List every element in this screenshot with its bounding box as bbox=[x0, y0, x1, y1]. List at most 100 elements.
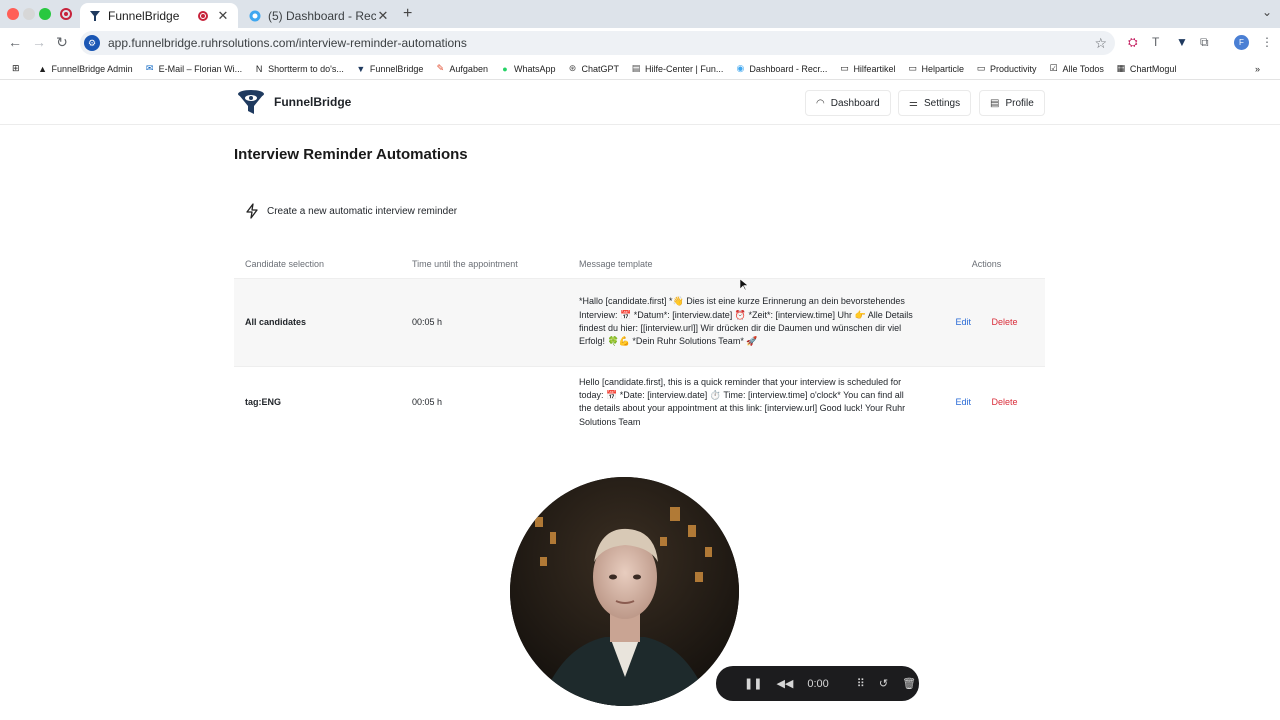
browser-menu-icon[interactable]: ⋮ bbox=[1261, 35, 1273, 49]
actions-cell: Edit Delete bbox=[928, 366, 1045, 438]
tab-close-icon[interactable]: ✕ bbox=[376, 8, 390, 24]
new-tab-button[interactable]: + bbox=[403, 5, 412, 23]
bookmark-star-icon[interactable]: ☆ bbox=[1094, 35, 1107, 52]
nav-profile-button[interactable]: ▤ Profile bbox=[979, 90, 1045, 116]
bookmark-email[interactable]: ✉ E-Mail – Florian Wi... bbox=[145, 63, 242, 74]
reload-icon[interactable]: ↻ bbox=[53, 34, 71, 51]
nav-settings-button[interactable]: ⚌ Settings bbox=[898, 90, 972, 116]
nav-settings-label: Settings bbox=[923, 97, 961, 109]
nav-dashboard-button[interactable]: ◠ Dashboard bbox=[805, 90, 891, 116]
drag-grid-icon[interactable]: ⠿ bbox=[857, 677, 865, 690]
table-header-row: Candidate selection Time until the appoi… bbox=[234, 250, 1045, 278]
bookmark-label: Aufgaben bbox=[449, 63, 488, 74]
column-header-actions: Actions bbox=[971, 258, 1002, 269]
funnelbridge-extension-icon[interactable]: ▼ bbox=[1176, 35, 1188, 49]
bookmark-label: FunnelBridge Admin bbox=[51, 63, 133, 74]
forward-arrow-icon[interactable]: → bbox=[30, 34, 48, 50]
bookmark-hilfe-center[interactable]: ▤ Hilfe-Center | Fun... bbox=[631, 63, 724, 74]
bookmark-label: Alle Todos bbox=[1062, 63, 1104, 74]
folder-icon: ▭ bbox=[976, 63, 986, 73]
tab-funnelbridge[interactable]: FunnelBridge ✕ bbox=[80, 3, 238, 28]
bookmark-funnelbridge-admin[interactable]: ▲ FunnelBridge Admin bbox=[38, 64, 133, 74]
bookmark-label: Dashboard - Recr... bbox=[749, 63, 828, 74]
screen-recorder-controls: ❚❚ ◀◀ 0:00 ⠿ ↺ 🗑 bbox=[716, 666, 919, 701]
more-bookmarks-chevron-icon[interactable]: » bbox=[1255, 64, 1260, 74]
bookmark-aufgaben[interactable]: ✎ Aufgaben bbox=[435, 63, 488, 74]
extensions-puzzle-icon[interactable]: ⧉ bbox=[1200, 35, 1209, 50]
back-arrow-icon[interactable]: ← bbox=[6, 34, 24, 50]
nav-dashboard-label: Dashboard bbox=[830, 97, 880, 109]
delete-link[interactable]: Delete bbox=[992, 397, 1018, 407]
bookmark-label: WhatsApp bbox=[513, 63, 556, 74]
extension-text-icon[interactable]: T bbox=[1152, 35, 1159, 49]
site-info-icon[interactable]: ⚙ bbox=[84, 35, 100, 51]
tab-title: FunnelBridge bbox=[108, 8, 180, 23]
bookmark-productivity[interactable]: ▭ Productivity bbox=[976, 63, 1037, 74]
mouse-cursor-icon bbox=[740, 279, 748, 291]
bookmark-alle-todos[interactable]: ☑ Alle Todos bbox=[1049, 63, 1104, 74]
tab-recruitee[interactable]: (5) Dashboard - Recruitee ✕ bbox=[240, 3, 398, 28]
funnelbridge-logo-icon bbox=[238, 90, 264, 114]
edit-link[interactable]: Edit bbox=[955, 317, 971, 327]
edit-link[interactable]: Edit bbox=[955, 397, 971, 407]
bookmark-whatsapp[interactable]: ● WhatsApp bbox=[500, 63, 556, 74]
outlook-icon: ✉ bbox=[145, 63, 154, 73]
bookmark-helparticle[interactable]: ▭ Helparticle bbox=[907, 63, 964, 74]
recording-indicator-icon bbox=[60, 8, 72, 20]
bookmark-funnelbridge[interactable]: ▼ FunnelBridge bbox=[356, 63, 424, 74]
checkbox-icon: ☑ bbox=[1049, 63, 1058, 73]
url-text[interactable]: app.funnelbridge.ruhrsolutions.com/inter… bbox=[108, 36, 1094, 50]
app-header: FunnelBridge ◠ Dashboard ⚌ Settings ▤ Pr… bbox=[0, 81, 1280, 125]
brand-logo-link[interactable]: FunnelBridge bbox=[236, 87, 351, 117]
extension-icon[interactable]: ⛭ bbox=[1128, 35, 1138, 50]
bookmark-recruitee[interactable]: ◉ Dashboard - Recr... bbox=[735, 63, 828, 74]
profile-card-icon: ▤ bbox=[990, 97, 1000, 109]
nav-profile-label: Profile bbox=[1005, 97, 1034, 109]
bookmark-hilfeartikel[interactable]: ▭ Hilfeartikel bbox=[839, 63, 895, 74]
address-bar-row: ← → ↻ ⚙ app.funnelbridge.ruhrsolutions.c… bbox=[0, 28, 1280, 58]
window-zoom-button[interactable] bbox=[39, 8, 51, 20]
webcam-video-frame bbox=[510, 477, 739, 706]
column-header-time: Time until the appointment bbox=[412, 258, 518, 269]
bookmarks-bar: ⊞ ▲ FunnelBridge Admin ✉ E-Mail – Florian … bbox=[0, 58, 1280, 80]
brand-name: FunnelBridge bbox=[274, 95, 352, 109]
chartmogul-icon: ▦ bbox=[1116, 63, 1126, 73]
tab-close-icon[interactable]: ✕ bbox=[216, 8, 230, 24]
create-reminder-label: Create a new automatic interview reminde… bbox=[267, 205, 458, 217]
table-row: All candidates 00:05 h *Hallo [candidate… bbox=[234, 278, 1045, 366]
pause-icon[interactable]: ❚❚ bbox=[744, 677, 762, 690]
create-reminder-button[interactable]: Create a new automatic interview reminde… bbox=[245, 203, 457, 219]
table-row: tag:ENG 00:05 h Hello [candidate.first],… bbox=[234, 366, 1045, 438]
message-template-cell: *Hallo [candidate.first] *👋 Dies ist ein… bbox=[579, 296, 913, 347]
bookmark-label: FunnelBridge bbox=[369, 63, 424, 74]
bookmark-shortterm[interactable]: N Shortterm to do's... bbox=[254, 64, 344, 74]
time-until-cell: 00:05 h bbox=[412, 317, 443, 327]
sliders-icon: ⚌ bbox=[909, 97, 918, 109]
bookmark-label: Helparticle bbox=[921, 63, 964, 74]
bookmark-chartmogul[interactable]: ▦ ChartMogul bbox=[1116, 63, 1177, 74]
trash-icon[interactable]: 🗑 bbox=[902, 677, 916, 690]
apps-grid-icon[interactable]: ⊞ bbox=[12, 63, 20, 74]
recording-timer: 0:00 bbox=[807, 677, 829, 690]
bookmark-label: Productivity bbox=[989, 63, 1037, 74]
admin-icon: ▲ bbox=[38, 63, 47, 74]
window-close-button[interactable] bbox=[7, 8, 19, 20]
candidate-selection-cell: All candidates bbox=[245, 317, 307, 327]
profile-avatar[interactable]: F bbox=[1234, 35, 1249, 50]
bookmark-chatgpt[interactable]: ⊛ ChatGPT bbox=[568, 63, 619, 74]
recruitee-favicon-icon bbox=[248, 9, 262, 23]
tab-recording-icon bbox=[198, 10, 208, 21]
column-header-message: Message template bbox=[579, 258, 653, 269]
webcam-preview[interactable] bbox=[510, 477, 739, 706]
bookmark-label: Hilfe-Center | Fun... bbox=[645, 63, 724, 74]
delete-link[interactable]: Delete bbox=[992, 317, 1018, 327]
lightning-bolt-icon bbox=[246, 203, 258, 219]
rewind-icon[interactable]: ◀◀ bbox=[776, 677, 793, 690]
bookmark-label: Shortterm to do's... bbox=[268, 63, 344, 74]
window-minimize-button[interactable] bbox=[23, 8, 35, 20]
url-omnibox[interactable]: ⚙ app.funnelbridge.ruhrsolutions.com/int… bbox=[80, 31, 1115, 55]
tab-search-chevron-icon[interactable]: ⌄ bbox=[1262, 5, 1272, 19]
whatsapp-icon: ● bbox=[502, 63, 508, 74]
restart-icon[interactable]: ↺ bbox=[879, 677, 888, 690]
reminders-table: Candidate selection Time until the appoi… bbox=[234, 250, 1045, 438]
